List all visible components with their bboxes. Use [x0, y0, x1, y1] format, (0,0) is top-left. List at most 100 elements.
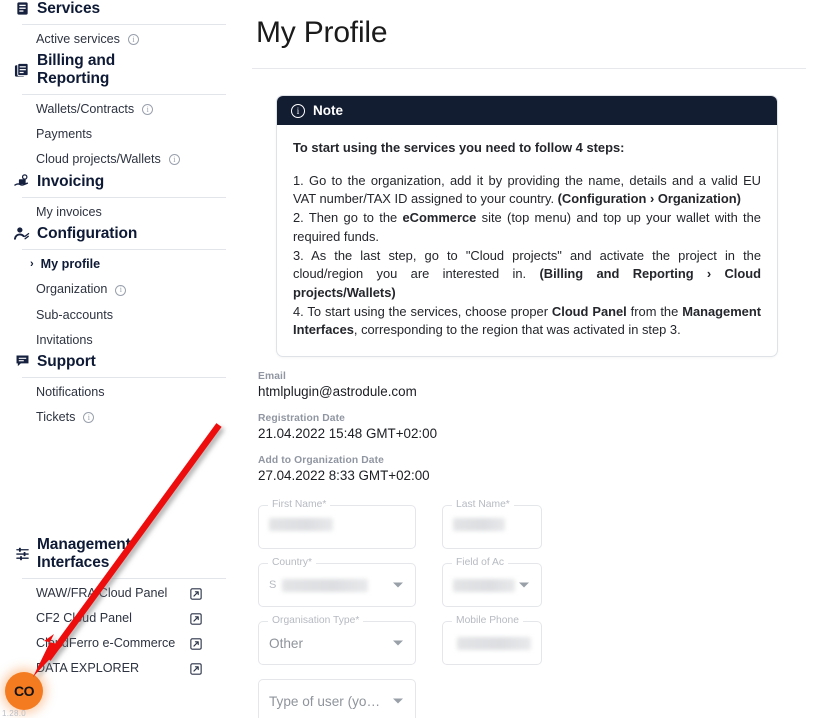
sidebar-item-waw-fra-cloud-panel[interactable]: WAW/FRA Cloud Panel — [0, 581, 240, 606]
sidebar-group-title: Billing and Reporting — [37, 52, 116, 87]
form-row: Type of user (yo… — [258, 679, 806, 718]
sidebar-group-divider — [22, 196, 226, 198]
sidebar-group-configuration: Configuration › My profile Organization i Sub… — [0, 225, 240, 353]
chevron-down-icon[interactable] — [393, 640, 403, 646]
sidebar-group-billing-and-reporting: Billing and Reporting Wallets/Contracts i P… — [0, 52, 240, 172]
sidebar-item-cloud-projects-wallets[interactable]: Cloud projects/Wallets i — [0, 147, 240, 172]
sidebar-item-label: Organization — [36, 282, 108, 297]
sidebar-group-header: Configuration — [0, 225, 240, 242]
external-link-icon[interactable] — [190, 663, 202, 675]
note-lead-text: To start using the services you need to … — [293, 140, 625, 155]
sidebar-item-organization[interactable]: Organization i — [0, 277, 240, 302]
redacted-value — [453, 517, 505, 531]
sidebar-group-title: Support — [37, 352, 96, 370]
sidebar-item-invitations[interactable]: Invitations — [0, 328, 240, 353]
sliders-icon — [14, 546, 30, 562]
app-version-label: 1.28.0 — [2, 709, 27, 718]
main-content: My Profile i Note To start using the ser… — [240, 0, 814, 718]
sidebar-item-tickets[interactable]: Tickets i — [0, 405, 240, 430]
info-circle-icon: i — [291, 103, 305, 118]
sidebar-item-label: Notifications — [36, 385, 105, 400]
sidebar-item-label: CloudFerro e-Commerce — [36, 636, 176, 651]
info-icon[interactable]: i — [142, 104, 154, 116]
chevron-down-icon[interactable] — [393, 698, 403, 704]
sidebar-group-divider — [22, 24, 226, 26]
first-name-field[interactable]: First Name* — [258, 499, 416, 550]
redacted-value — [269, 517, 333, 531]
field-label: Organisation Type* — [268, 615, 364, 627]
sidebar-item-label: Sub-accounts — [36, 307, 114, 322]
hand-invoice-icon — [14, 173, 30, 189]
sidebar-item-payments[interactable]: Payments — [0, 122, 240, 147]
sidebar-group-header: Management Interfaces — [0, 536, 240, 571]
profile-form: First Name* Last Name* Country* S Field of A… — [258, 499, 806, 718]
note-card: i Note To start using the services you n… — [276, 95, 778, 358]
field-label: Field of Ac — [452, 557, 509, 569]
sidebar-item-active-services[interactable]: Active services i — [0, 27, 240, 52]
external-link-icon[interactable] — [190, 587, 202, 600]
sidebar-group-title: Services — [37, 0, 100, 17]
type-of-user-field[interactable]: Type of user (yo… — [258, 679, 416, 718]
page-title: My Profile — [256, 16, 388, 49]
sidebar-item-label: Payments — [36, 127, 92, 142]
redacted-value — [457, 636, 531, 650]
redacted-value — [282, 578, 369, 592]
info-icon[interactable]: i — [127, 34, 139, 46]
avatar[interactable]: CO — [5, 672, 43, 710]
sidebar-group-header: Services — [0, 0, 240, 17]
user-gear-icon — [14, 226, 30, 242]
sidebar-group-management-interfaces: Management Interfaces WAW/FRA Cloud Panel… — [0, 536, 240, 681]
info-icon[interactable]: i — [83, 412, 95, 424]
sidebar-group-header: Invoicing — [0, 173, 240, 190]
sidebar-item-label: Active services — [36, 32, 120, 47]
sidebar-item-sub-accounts[interactable]: Sub-accounts — [0, 303, 240, 328]
sidebar-item-label: Cloud projects/Wallets — [36, 152, 161, 167]
sidebar-group-divider — [22, 377, 226, 379]
sidebar-item-notifications[interactable]: Notifications — [0, 380, 240, 405]
sidebar-item-my-profile[interactable]: › My profile — [0, 252, 240, 277]
detail-label: Email — [258, 371, 286, 383]
field-of-activity-field[interactable]: Field of Ac — [442, 557, 542, 608]
note-steps-text: 1. Go to the organization, add it by pro… — [293, 172, 762, 338]
external-link-icon[interactable] — [190, 638, 202, 650]
sidebar-group-services: Services Active services i — [0, 0, 240, 52]
detail-value: 27.04.2022 8:33 GMT+02:00 — [258, 468, 430, 484]
detail-value: htmlplugin@astrodule.com — [258, 384, 417, 400]
sidebar-item-cloudferro-e-commerce[interactable]: CloudFerro e-Commerce — [0, 631, 240, 656]
sidebar-group-invoicing: Invoicing My invoices — [0, 173, 240, 225]
form-row: First Name* Last Name* — [258, 499, 806, 550]
sidebar-group-title: Invoicing — [37, 172, 105, 190]
chevron-right-icon: › — [30, 258, 34, 271]
sidebar-item-label: DATA EXPLORER — [36, 661, 140, 676]
sidebar-group-title: Management Interfaces — [37, 536, 131, 571]
chevron-down-icon[interactable] — [393, 582, 403, 588]
field-label: Last Name* — [452, 499, 514, 511]
sidebar-group-header: Billing and Reporting — [0, 52, 240, 87]
detail-value: 21.04.2022 15:48 GMT+02:00 — [258, 426, 438, 442]
sidebar-group-header: Support — [0, 353, 240, 370]
organisation-type-field[interactable]: Organisation Type* Other — [258, 615, 416, 666]
sidebar-item-label: Tickets — [36, 410, 76, 425]
sidebar-group-support: Support Notifications Tickets i — [0, 353, 240, 431]
sidebar-item-cf2-cloud-panel[interactable]: CF2 Cloud Panel — [0, 606, 240, 631]
info-icon[interactable]: i — [168, 154, 180, 166]
mobile-phone-field[interactable]: Mobile Phone — [442, 615, 542, 666]
sidebar-item-my-invoices[interactable]: My invoices — [0, 200, 240, 225]
country-field[interactable]: Country* S — [258, 557, 416, 608]
note-header-label: Note — [313, 103, 343, 118]
sidebar-item-wallets-contracts[interactable]: Wallets/Contracts i — [0, 97, 240, 122]
form-row: Organisation Type* Other Mobile Phone — [258, 615, 806, 666]
field-label: Country* — [268, 557, 317, 569]
external-link-icon[interactable] — [190, 613, 202, 625]
field-value: Type of user (yo… — [269, 693, 381, 709]
title-divider — [252, 68, 806, 69]
sidebar-item-label: Wallets/Contracts — [36, 102, 135, 117]
info-icon[interactable]: i — [115, 284, 127, 296]
sidebar: Services Active services i Billing and Repo… — [0, 0, 240, 718]
list-document-icon — [14, 1, 30, 17]
app-root: Services Active services i Billing and Repo… — [0, 0, 814, 718]
field-label: Mobile Phone — [452, 615, 523, 627]
last-name-field[interactable]: Last Name* — [442, 499, 542, 550]
chevron-down-icon[interactable] — [519, 582, 529, 588]
